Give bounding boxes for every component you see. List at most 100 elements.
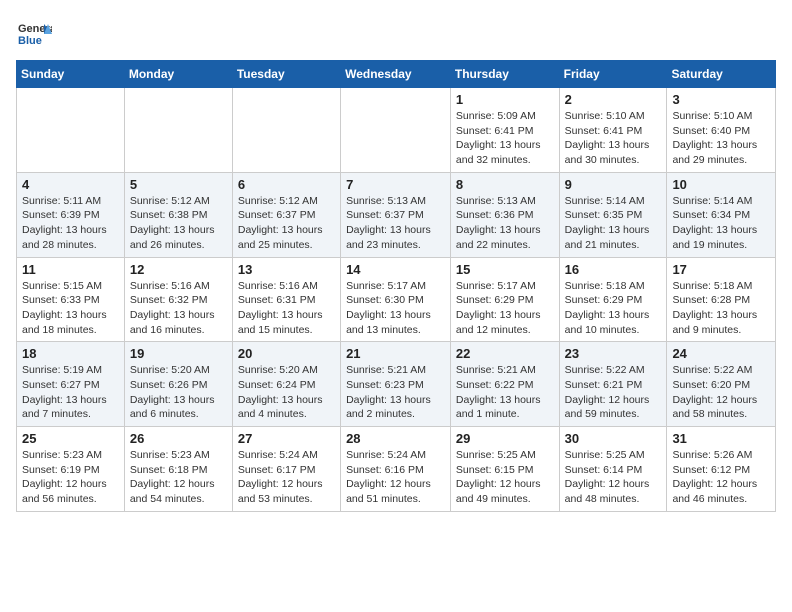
day-cell: 28 Sunrise: 5:24 AM Sunset: 6:16 PM Dayli… <box>341 427 451 512</box>
day-number: 18 <box>22 346 119 361</box>
day-cell: 10Sunrise: 5:14 AM Sunset: 6:34 PM Dayli… <box>667 172 776 257</box>
day-info: Sunrise: 5:23 AM Sunset: 6:19 PM Dayligh… <box>22 448 119 507</box>
day-info: Sunrise: 5:15 AM Sunset: 6:33 PM Dayligh… <box>22 279 119 338</box>
day-info: Sunrise: 5:22 AM Sunset: 6:20 PM Dayligh… <box>672 363 770 422</box>
day-cell: 7Sunrise: 5:13 AM Sunset: 6:37 PM Daylig… <box>341 172 451 257</box>
day-cell: 31 Sunrise: 5:26 AM Sunset: 6:12 PM Dayli… <box>667 427 776 512</box>
day-cell: 4 Sunrise: 5:11 AM Sunset: 6:39 PM Daylig… <box>17 172 125 257</box>
day-number: 14 <box>346 262 445 277</box>
day-number: 22 <box>456 346 554 361</box>
day-cell: 15 Sunrise: 5:17 AM Sunset: 6:29 PM Dayli… <box>450 257 559 342</box>
day-cell: 3Sunrise: 5:10 AM Sunset: 6:40 PM Daylig… <box>667 88 776 173</box>
week-row-3: 11Sunrise: 5:15 AM Sunset: 6:33 PM Dayli… <box>17 257 776 342</box>
day-cell: 12 Sunrise: 5:16 AM Sunset: 6:32 PM Dayli… <box>124 257 232 342</box>
day-info: Sunrise: 5:20 AM Sunset: 6:26 PM Dayligh… <box>130 363 227 422</box>
day-number: 7 <box>346 177 445 192</box>
day-cell: 11Sunrise: 5:15 AM Sunset: 6:33 PM Dayli… <box>17 257 125 342</box>
day-number: 28 <box>346 431 445 446</box>
day-info: Sunrise: 5:12 AM Sunset: 6:38 PM Dayligh… <box>130 194 227 253</box>
header-cell-sunday: Sunday <box>17 61 125 88</box>
day-cell: 30Sunrise: 5:25 AM Sunset: 6:14 PM Dayli… <box>559 427 667 512</box>
day-number: 23 <box>565 346 662 361</box>
day-info: Sunrise: 5:11 AM Sunset: 6:39 PM Dayligh… <box>22 194 119 253</box>
day-number: 17 <box>672 262 770 277</box>
day-number: 27 <box>238 431 335 446</box>
day-info: Sunrise: 5:25 AM Sunset: 6:15 PM Dayligh… <box>456 448 554 507</box>
day-number: 5 <box>130 177 227 192</box>
day-number: 24 <box>672 346 770 361</box>
day-number: 2 <box>565 92 662 107</box>
day-number: 8 <box>456 177 554 192</box>
calendar-header: SundayMondayTuesdayWednesdayThursdayFrid… <box>17 61 776 88</box>
day-number: 26 <box>130 431 227 446</box>
day-cell: 9 Sunrise: 5:14 AM Sunset: 6:35 PM Daylig… <box>559 172 667 257</box>
day-info: Sunrise: 5:18 AM Sunset: 6:28 PM Dayligh… <box>672 279 770 338</box>
day-cell: 6 Sunrise: 5:12 AM Sunset: 6:37 PM Daylig… <box>232 172 340 257</box>
day-cell: 19 Sunrise: 5:20 AM Sunset: 6:26 PM Dayli… <box>124 342 232 427</box>
day-cell: 1 Sunrise: 5:09 AM Sunset: 6:41 PM Daylig… <box>450 88 559 173</box>
day-cell: 21Sunrise: 5:21 AM Sunset: 6:23 PM Dayli… <box>341 342 451 427</box>
day-cell: 17 Sunrise: 5:18 AM Sunset: 6:28 PM Dayli… <box>667 257 776 342</box>
day-info: Sunrise: 5:16 AM Sunset: 6:31 PM Dayligh… <box>238 279 335 338</box>
week-row-4: 18 Sunrise: 5:19 AM Sunset: 6:27 PM Dayli… <box>17 342 776 427</box>
day-number: 31 <box>672 431 770 446</box>
day-info: Sunrise: 5:16 AM Sunset: 6:32 PM Dayligh… <box>130 279 227 338</box>
day-number: 12 <box>130 262 227 277</box>
day-cell: 20 Sunrise: 5:20 AM Sunset: 6:24 PM Dayli… <box>232 342 340 427</box>
day-number: 19 <box>130 346 227 361</box>
day-info: Sunrise: 5:17 AM Sunset: 6:29 PM Dayligh… <box>456 279 554 338</box>
day-cell: 14 Sunrise: 5:17 AM Sunset: 6:30 PM Dayli… <box>341 257 451 342</box>
header-cell-wednesday: Wednesday <box>341 61 451 88</box>
day-info: Sunrise: 5:23 AM Sunset: 6:18 PM Dayligh… <box>130 448 227 507</box>
day-info: Sunrise: 5:21 AM Sunset: 6:22 PM Dayligh… <box>456 363 554 422</box>
day-info: Sunrise: 5:17 AM Sunset: 6:30 PM Dayligh… <box>346 279 445 338</box>
day-info: Sunrise: 5:10 AM Sunset: 6:41 PM Dayligh… <box>565 109 662 168</box>
day-number: 20 <box>238 346 335 361</box>
logo-icon: General Blue <box>16 16 52 52</box>
day-number: 4 <box>22 177 119 192</box>
header-cell-saturday: Saturday <box>667 61 776 88</box>
day-info: Sunrise: 5:26 AM Sunset: 6:12 PM Dayligh… <box>672 448 770 507</box>
day-number: 30 <box>565 431 662 446</box>
day-number: 21 <box>346 346 445 361</box>
day-info: Sunrise: 5:24 AM Sunset: 6:17 PM Dayligh… <box>238 448 335 507</box>
day-cell <box>232 88 340 173</box>
day-number: 13 <box>238 262 335 277</box>
day-info: Sunrise: 5:24 AM Sunset: 6:16 PM Dayligh… <box>346 448 445 507</box>
day-info: Sunrise: 5:14 AM Sunset: 6:34 PM Dayligh… <box>672 194 770 253</box>
header-cell-thursday: Thursday <box>450 61 559 88</box>
week-row-2: 4 Sunrise: 5:11 AM Sunset: 6:39 PM Daylig… <box>17 172 776 257</box>
day-cell: 26 Sunrise: 5:23 AM Sunset: 6:18 PM Dayli… <box>124 427 232 512</box>
day-number: 9 <box>565 177 662 192</box>
day-info: Sunrise: 5:18 AM Sunset: 6:29 PM Dayligh… <box>565 279 662 338</box>
day-info: Sunrise: 5:14 AM Sunset: 6:35 PM Dayligh… <box>565 194 662 253</box>
header-cell-tuesday: Tuesday <box>232 61 340 88</box>
day-info: Sunrise: 5:19 AM Sunset: 6:27 PM Dayligh… <box>22 363 119 422</box>
day-number: 6 <box>238 177 335 192</box>
day-number: 25 <box>22 431 119 446</box>
week-row-1: 1 Sunrise: 5:09 AM Sunset: 6:41 PM Daylig… <box>17 88 776 173</box>
logo: General Blue <box>16 16 52 52</box>
day-info: Sunrise: 5:10 AM Sunset: 6:40 PM Dayligh… <box>672 109 770 168</box>
day-cell: 2 Sunrise: 5:10 AM Sunset: 6:41 PM Daylig… <box>559 88 667 173</box>
day-cell <box>124 88 232 173</box>
page-header: General Blue <box>16 16 776 52</box>
day-info: Sunrise: 5:09 AM Sunset: 6:41 PM Dayligh… <box>456 109 554 168</box>
day-cell: 16Sunrise: 5:18 AM Sunset: 6:29 PM Dayli… <box>559 257 667 342</box>
calendar-body: 1 Sunrise: 5:09 AM Sunset: 6:41 PM Daylig… <box>17 88 776 512</box>
day-info: Sunrise: 5:20 AM Sunset: 6:24 PM Dayligh… <box>238 363 335 422</box>
day-cell: 22 Sunrise: 5:21 AM Sunset: 6:22 PM Dayli… <box>450 342 559 427</box>
day-cell: 24 Sunrise: 5:22 AM Sunset: 6:20 PM Dayli… <box>667 342 776 427</box>
day-info: Sunrise: 5:22 AM Sunset: 6:21 PM Dayligh… <box>565 363 662 422</box>
day-cell: 18 Sunrise: 5:19 AM Sunset: 6:27 PM Dayli… <box>17 342 125 427</box>
header-cell-monday: Monday <box>124 61 232 88</box>
day-number: 15 <box>456 262 554 277</box>
day-cell: 27 Sunrise: 5:24 AM Sunset: 6:17 PM Dayli… <box>232 427 340 512</box>
day-number: 1 <box>456 92 554 107</box>
day-cell <box>17 88 125 173</box>
day-info: Sunrise: 5:12 AM Sunset: 6:37 PM Dayligh… <box>238 194 335 253</box>
day-cell: 25 Sunrise: 5:23 AM Sunset: 6:19 PM Dayli… <box>17 427 125 512</box>
svg-text:Blue: Blue <box>18 35 42 47</box>
day-cell: 29 Sunrise: 5:25 AM Sunset: 6:15 PM Dayli… <box>450 427 559 512</box>
day-number: 29 <box>456 431 554 446</box>
